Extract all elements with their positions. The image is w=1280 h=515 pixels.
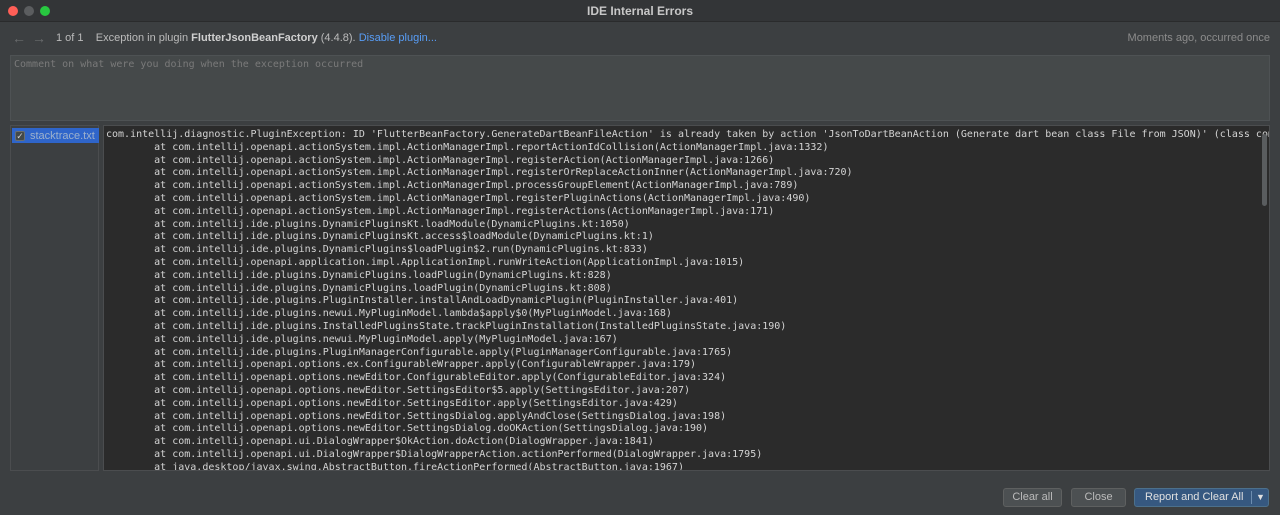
- vertical-scrollbar[interactable]: [1262, 134, 1267, 206]
- stacktrace-line: at com.intellij.openapi.actionSystem.imp…: [106, 154, 775, 166]
- stacktrace-line: at com.intellij.openapi.actionSystem.imp…: [106, 192, 811, 204]
- stacktrace-line: at com.intellij.openapi.actionSystem.imp…: [106, 205, 775, 217]
- stacktrace-line: at com.intellij.ide.plugins.InstalledPlu…: [106, 320, 787, 332]
- error-counter: 1 of 1: [56, 32, 84, 44]
- title-bar: IDE Internal Errors: [0, 0, 1280, 22]
- stacktrace-line: at com.intellij.ide.plugins.PluginManage…: [106, 346, 733, 358]
- stacktrace-line: at com.intellij.openapi.ui.DialogWrapper…: [106, 436, 654, 448]
- report-button-label: Report and Clear All: [1145, 491, 1244, 503]
- stacktrace-line: at com.intellij.openapi.actionSystem.imp…: [106, 180, 799, 192]
- error-header: ← → 1 of 1 Exception in plugin FlutterJs…: [0, 28, 1280, 50]
- attachment-label: stacktrace.txt: [30, 129, 95, 142]
- stacktrace-line: at com.intellij.openapi.application.impl…: [106, 256, 745, 268]
- stacktrace-line: at com.intellij.ide.plugins.DynamicPlugi…: [106, 282, 612, 294]
- arrow-right-icon[interactable]: →: [32, 30, 46, 46]
- clear-all-button[interactable]: Clear all: [1003, 488, 1062, 507]
- occurrence-info: Moments ago, occurred once: [1127, 32, 1270, 44]
- stacktrace-line: at com.intellij.ide.plugins.DynamicPlugi…: [106, 244, 648, 256]
- attachment-item-stacktrace[interactable]: ✓ stacktrace.txt: [12, 128, 99, 143]
- attachment-checkbox[interactable]: ✓: [15, 130, 25, 141]
- disable-plugin-link[interactable]: Disable plugin...: [359, 32, 437, 44]
- stacktrace-line: at java.desktop/javax.swing.AbstractButt…: [106, 461, 684, 471]
- stacktrace-line: at com.intellij.openapi.actionSystem.imp…: [106, 141, 829, 153]
- chevron-down-icon[interactable]: ▼: [1256, 489, 1265, 506]
- plugin-name: FlutterJsonBeanFactory: [191, 32, 318, 44]
- stacktrace-line: at com.intellij.ide.plugins.DynamicPlugi…: [106, 231, 654, 243]
- error-message-prefix: Exception in plugin: [95, 32, 189, 44]
- stacktrace-text: com.intellij.diagnostic.PluginException:…: [106, 129, 1269, 471]
- stacktrace-line: at com.intellij.ide.plugins.DynamicPlugi…: [106, 218, 630, 230]
- report-and-clear-all-button[interactable]: Report and Clear All ▼: [1134, 488, 1269, 507]
- dialog-footer: Clear all Close Report and Clear All ▼: [0, 480, 1280, 515]
- stacktrace-line: at com.intellij.ide.plugins.PluginInstal…: [106, 295, 739, 307]
- stacktrace-line: at com.intellij.ide.plugins.newui.MyPlug…: [106, 333, 618, 345]
- stacktrace-line: at com.intellij.openapi.options.newEdito…: [106, 397, 678, 409]
- error-summary: 1 of 1 Exception in plugin FlutterJsonBe…: [56, 32, 437, 44]
- stacktrace-line: at com.intellij.ide.plugins.DynamicPlugi…: [106, 269, 612, 281]
- stacktrace-line: at com.intellij.openapi.actionSystem.imp…: [106, 167, 853, 179]
- comment-input[interactable]: [11, 56, 1269, 120]
- plugin-version: (4.4.8).: [320, 32, 356, 44]
- ide-errors-window: IDE Internal Errors ← → 1 of 1 Exception…: [0, 0, 1280, 515]
- stacktrace-view[interactable]: com.intellij.diagnostic.PluginException:…: [103, 125, 1270, 471]
- stacktrace-line: at com.intellij.openapi.options.newEdito…: [106, 384, 690, 396]
- stacktrace-line: at com.intellij.openapi.options.newEdito…: [106, 372, 727, 384]
- attachment-list: ✓ stacktrace.txt: [10, 125, 99, 471]
- stacktrace-line: at com.intellij.openapi.ui.DialogWrapper…: [106, 448, 763, 460]
- button-divider: [1251, 491, 1252, 504]
- stacktrace-line: at com.intellij.openapi.options.ex.Confi…: [106, 359, 697, 371]
- stacktrace-line: at com.intellij.openapi.options.newEdito…: [106, 410, 727, 422]
- window-title: IDE Internal Errors: [586, 4, 694, 18]
- close-button[interactable]: Close: [1071, 488, 1126, 507]
- comment-area: [10, 55, 1270, 121]
- stacktrace-line: com.intellij.diagnostic.PluginException:…: [106, 129, 1269, 140]
- stacktrace-line: at com.intellij.openapi.options.newEdito…: [106, 423, 709, 435]
- arrow-left-icon[interactable]: ←: [12, 30, 26, 46]
- stacktrace-line: at com.intellij.ide.plugins.newui.MyPlug…: [106, 308, 672, 320]
